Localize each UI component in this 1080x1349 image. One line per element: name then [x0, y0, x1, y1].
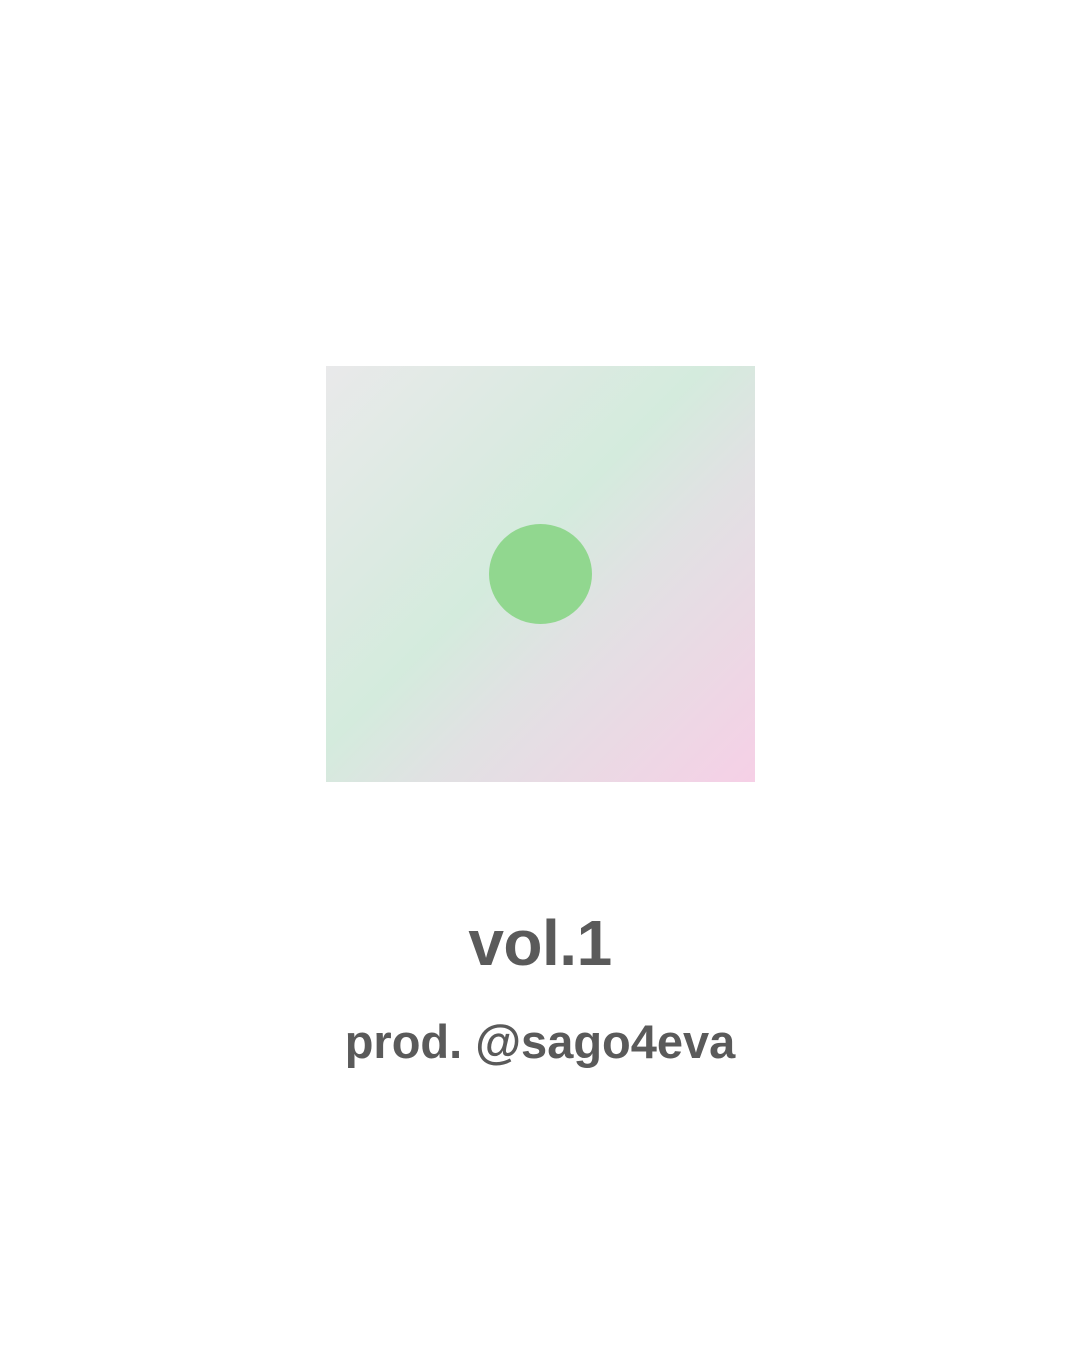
producer-credit: prod. @sago4eva — [344, 1015, 736, 1068]
page: vol.1 prod. @sago4eva — [0, 0, 1080, 1349]
circle-icon — [489, 524, 592, 624]
cover-art — [326, 366, 755, 782]
album-title: vol.1 — [468, 907, 612, 979]
